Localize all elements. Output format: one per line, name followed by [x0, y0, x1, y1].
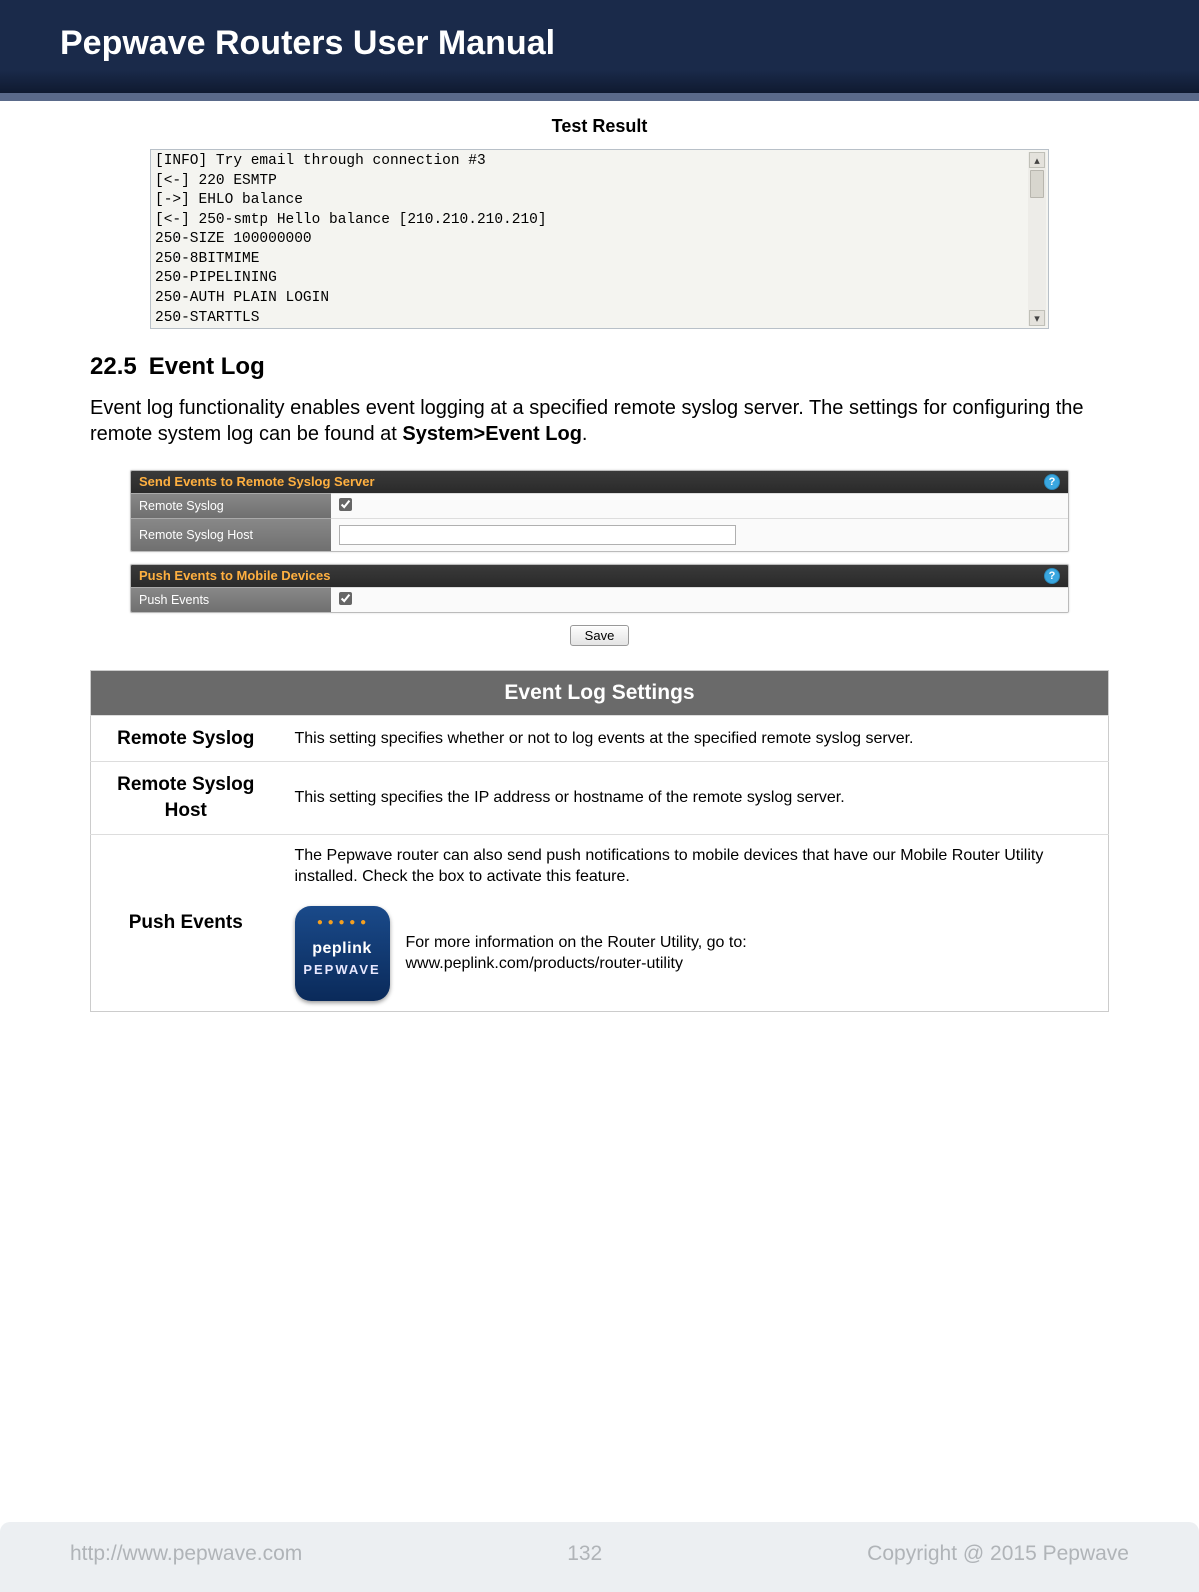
save-button[interactable]: Save — [570, 625, 630, 646]
field-remote-syslog-host — [331, 518, 1068, 551]
cell-label-push-events: Push Events — [91, 834, 281, 1011]
input-remote-syslog-host[interactable] — [339, 525, 736, 545]
panel-title-syslog: Send Events to Remote Syslog Server ? — [131, 471, 1068, 493]
scrollbar-vertical[interactable]: ▴ ▾ — [1028, 152, 1046, 326]
page-header: Pepwave Routers User Manual — [0, 0, 1199, 96]
footer-copyright: Copyright @ 2015 Pepwave — [867, 1542, 1129, 1566]
push-events-desc: The Pepwave router can also send push no… — [295, 845, 1095, 888]
label-remote-syslog-host: Remote Syslog Host — [131, 518, 331, 551]
row-remote-syslog-host: Remote Syslog Host — [131, 518, 1068, 551]
field-remote-syslog — [331, 493, 1068, 518]
section-heading: 22.5 Event Log — [90, 353, 1109, 381]
test-result-heading: Test Result — [90, 116, 1109, 137]
app-icon-brand1: peplink — [312, 938, 372, 960]
cell-desc-push-events: The Pepwave router can also send push no… — [281, 834, 1109, 1011]
page-title: Pepwave Routers User Manual — [60, 24, 555, 62]
footer-url: http://www.pepwave.com — [70, 1542, 302, 1566]
field-push-events — [331, 587, 1068, 612]
section-title: Event Log — [149, 353, 265, 380]
save-row: Save — [90, 625, 1109, 646]
cell-desc-remote-syslog: This setting specifies whether or not to… — [281, 715, 1109, 762]
cell-label-remote-syslog-host: Remote Syslog Host — [91, 762, 281, 834]
test-result-log: [INFO] Try email through connection #3 [… — [151, 150, 1048, 329]
scroll-thumb[interactable] — [1030, 170, 1044, 198]
cell-desc-remote-syslog-host: This setting specifies the IP address or… — [281, 762, 1109, 834]
section-paragraph: Event log functionality enables event lo… — [90, 395, 1109, 448]
push-events-more: For more information on the Router Utili… — [406, 932, 747, 975]
config-panel-syslog: Send Events to Remote Syslog Server ? Re… — [130, 470, 1069, 552]
panel-title-push-text: Push Events to Mobile Devices — [139, 568, 330, 583]
label-remote-syslog: Remote Syslog — [131, 493, 331, 518]
cell-label-remote-syslog: Remote Syslog — [91, 715, 281, 762]
paragraph-bold: System>Event Log — [402, 423, 582, 445]
table-row: Remote Syslog This setting specifies whe… — [91, 715, 1109, 762]
checkbox-push-events[interactable] — [339, 592, 352, 605]
panel-title-syslog-text: Send Events to Remote Syslog Server — [139, 474, 375, 489]
table-row: Push Events The Pepwave router can also … — [91, 834, 1109, 1011]
label-push-events: Push Events — [131, 587, 331, 612]
table-row: Remote Syslog Host This setting specifie… — [91, 762, 1109, 834]
help-icon[interactable]: ? — [1044, 474, 1060, 490]
row-push-events: Push Events — [131, 587, 1068, 612]
section-number: 22.5 — [90, 353, 137, 380]
config-panel-push: Push Events to Mobile Devices ? Push Eve… — [130, 564, 1069, 613]
test-result-box: [INFO] Try email through connection #3 [… — [150, 149, 1049, 329]
checkbox-remote-syslog[interactable] — [339, 498, 352, 511]
event-log-settings-table: Event Log Settings Remote Syslog This se… — [90, 670, 1109, 1012]
content-area: Test Result [INFO] Try email through con… — [0, 96, 1199, 1012]
push-events-more-line1: For more information on the Router Utili… — [406, 932, 747, 954]
footer-page-number: 132 — [567, 1542, 602, 1566]
panel-title-push: Push Events to Mobile Devices ? — [131, 565, 1068, 587]
app-icon-brand2: PEPWAVE — [303, 961, 380, 979]
scroll-up-icon[interactable]: ▴ — [1029, 152, 1045, 168]
page-footer: http://www.pepwave.com 132 Copyright @ 2… — [0, 1522, 1199, 1592]
scroll-track[interactable] — [1030, 168, 1044, 310]
app-icon-dots: ● ● ● ● ● — [317, 916, 367, 930]
paragraph-post: . — [582, 423, 588, 445]
settings-table-title: Event Log Settings — [91, 670, 1109, 715]
router-utility-app-icon: ● ● ● ● ● peplink PEPWAVE — [295, 906, 390, 1001]
push-events-more-line2: www.peplink.com/products/router-utility — [406, 953, 747, 975]
scroll-down-icon[interactable]: ▾ — [1029, 310, 1045, 326]
row-remote-syslog: Remote Syslog — [131, 493, 1068, 518]
help-icon[interactable]: ? — [1044, 568, 1060, 584]
